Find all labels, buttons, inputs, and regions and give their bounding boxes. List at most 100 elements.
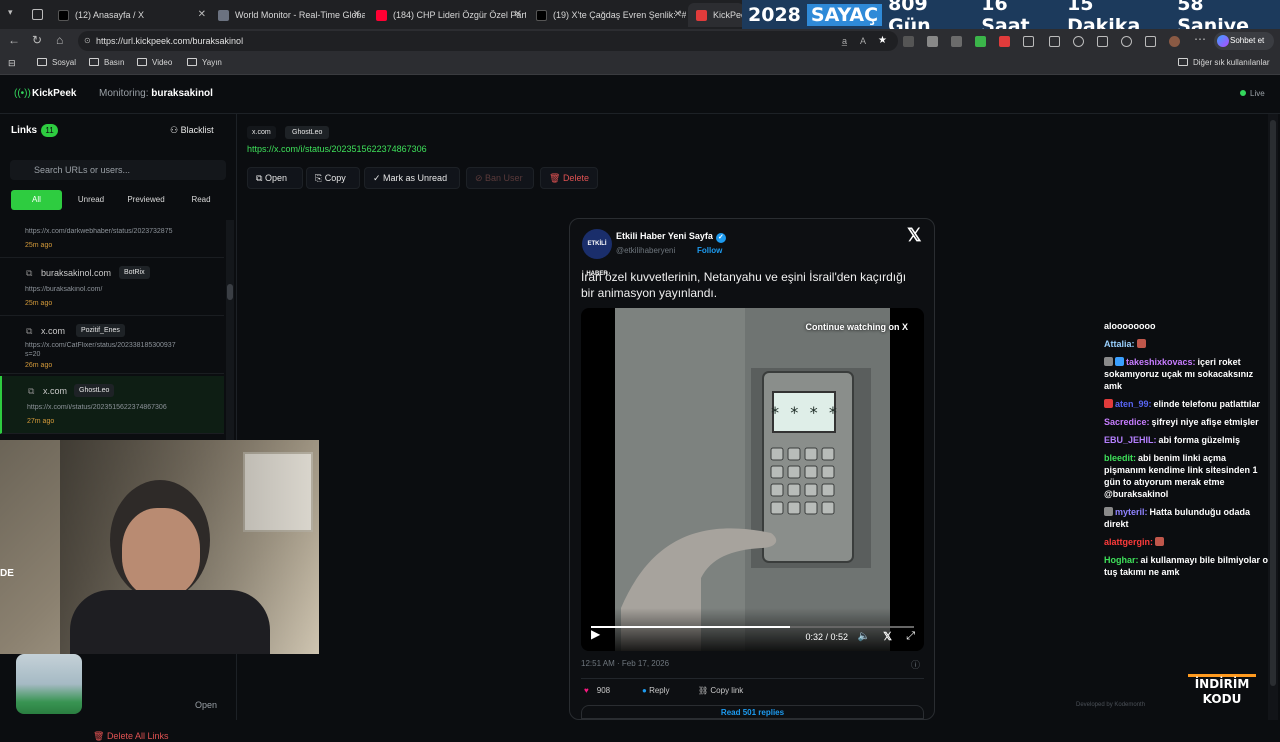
continue-watching-link[interactable]: Continue watching on X bbox=[806, 322, 909, 332]
tab-youtube[interactable]: (184) CHP Lideri Özgür Özel Partis ✕ bbox=[368, 3, 526, 27]
bookmark-folder-basin[interactable]: Basın bbox=[89, 58, 124, 67]
address-bar[interactable]: ⊙ https://url.kickpeek.com/buraksakinol … bbox=[78, 31, 898, 51]
emote-icon bbox=[1136, 339, 1146, 348]
fullscreen-icon[interactable]: ⤢ bbox=[906, 630, 915, 643]
extension-icon[interactable] bbox=[975, 36, 986, 47]
tab-x-post[interactable]: (19) X'te Çağdaş Evren Şenlik: "#S( ✕ bbox=[528, 3, 686, 27]
extensions-icon[interactable] bbox=[1073, 36, 1084, 47]
counter-label: SAYAÇ bbox=[806, 3, 883, 26]
heart-icon: ♥ bbox=[584, 686, 589, 695]
scroll-thumb[interactable] bbox=[1270, 120, 1276, 686]
read-aloud-icon[interactable]: A bbox=[860, 31, 866, 51]
trash-icon: 🗑 bbox=[93, 731, 107, 741]
tweet-author-name[interactable]: Etkili Haber Yeni Sayfa ✓ bbox=[616, 231, 726, 243]
filter-read[interactable]: Read bbox=[176, 190, 226, 210]
home-icon[interactable]: ⌂ bbox=[56, 33, 63, 47]
bookmarks-menu-icon[interactable]: ⊟ bbox=[8, 58, 16, 69]
site-info-icon[interactable]: ⊙ bbox=[84, 31, 91, 51]
filter-previewed[interactable]: Previewed bbox=[120, 190, 172, 210]
favorites-icon[interactable] bbox=[1097, 36, 1108, 47]
brand-title: KickPeek bbox=[32, 88, 77, 99]
x-icon bbox=[536, 9, 547, 21]
tab-world-monitor[interactable]: World Monitor - Real-Time Global ✕ bbox=[210, 3, 365, 27]
tab-kickpeek[interactable]: KickPeek bbox=[688, 3, 744, 27]
globe-icon bbox=[218, 9, 229, 21]
chat-text: abi forma güzelmiş bbox=[1158, 435, 1241, 445]
bookmarks-bar: ⊟ Sosyal Basın Video Yayın Diğer sık kul… bbox=[0, 53, 1280, 75]
x-logo-icon[interactable]: 𝕏 bbox=[907, 225, 922, 246]
star-icon[interactable]: ★ bbox=[878, 31, 887, 51]
list-item[interactable]: https://x.com/darkwebhaber/status/202373… bbox=[0, 220, 224, 258]
link-icon: ⧉ bbox=[26, 268, 33, 278]
list-item-selected[interactable]: ⧉ x.com GhostLeo https://x.com/i/status/… bbox=[0, 376, 224, 434]
collections-icon[interactable] bbox=[1145, 36, 1156, 47]
other-bookmarks[interactable]: Diğer sık kullanılanlar bbox=[1178, 58, 1269, 67]
read-replies-button[interactable]: Read 501 replies bbox=[581, 705, 924, 719]
bookmark-folder-video[interactable]: Video bbox=[137, 58, 172, 67]
browser-essentials-icon[interactable] bbox=[1121, 36, 1132, 47]
info-icon[interactable]: ⓘ bbox=[911, 658, 920, 671]
x-logo-icon[interactable]: 𝕏 bbox=[883, 630, 892, 643]
links-list: https://x.com/darkwebhaber/status/202373… bbox=[0, 220, 224, 440]
copilot-chat-button[interactable]: Sohbet et bbox=[1214, 32, 1274, 50]
webcam-text: DE bbox=[0, 568, 14, 579]
tab-search-icon[interactable]: ▾ bbox=[8, 7, 13, 18]
volume-icon[interactable]: 🔈 bbox=[858, 631, 870, 642]
open-link-button[interactable]: ⧉ Open bbox=[247, 167, 303, 189]
bookmark-folder-sosyal[interactable]: Sosyal bbox=[37, 58, 76, 67]
close-icon[interactable]: ✕ bbox=[674, 9, 682, 20]
copy-link-button[interactable]: ⛓ Copy link bbox=[698, 686, 743, 695]
app-header: ((•)) KickPeek Monitoring: buraksakinol … bbox=[0, 76, 1280, 114]
bookmark-label: Diğer sık kullanılanlar bbox=[1193, 58, 1270, 67]
more-icon[interactable]: ⋯ bbox=[1194, 32, 1206, 46]
back-icon[interactable]: ← bbox=[8, 33, 20, 47]
split-screen-icon[interactable] bbox=[1049, 36, 1060, 47]
ban-user-button[interactable]: ⊘ Ban User bbox=[466, 167, 534, 189]
extension-icon[interactable] bbox=[903, 36, 914, 47]
avatar[interactable] bbox=[1169, 36, 1180, 47]
reload-icon[interactable]: ↻ bbox=[32, 33, 42, 47]
tweet-date[interactable]: 12:51 AM · Feb 17, 2026 bbox=[581, 659, 669, 668]
close-icon[interactable]: ✕ bbox=[198, 9, 206, 20]
chat-message: alattgergin: bbox=[1104, 536, 1270, 548]
extension-icon[interactable] bbox=[927, 36, 938, 47]
author-name: Etkili Haber Yeni Sayfa bbox=[616, 231, 713, 241]
chat-text: elinde telefonu patlattılar bbox=[1153, 399, 1261, 409]
links-scrollbar[interactable] bbox=[226, 220, 234, 440]
open-button[interactable]: Open bbox=[195, 700, 217, 710]
mark-unread-button[interactable]: ✓ Mark as Unread bbox=[364, 167, 460, 189]
list-item[interactable]: ⧉ x.com Pozitif_Enes https://x.com/CatFl… bbox=[0, 316, 224, 374]
copy-button[interactable]: ⎘ Copy bbox=[306, 167, 360, 189]
reply-button[interactable]: ● Reply bbox=[642, 686, 670, 695]
filter-unread[interactable]: Unread bbox=[66, 190, 116, 210]
like-button[interactable]: ♥ 908 bbox=[584, 686, 610, 695]
close-icon[interactable]: ✕ bbox=[514, 9, 522, 20]
follow-button[interactable]: Follow bbox=[697, 246, 722, 255]
workspaces-icon[interactable] bbox=[32, 9, 43, 20]
close-icon[interactable]: ✕ bbox=[353, 9, 361, 20]
extension-icon[interactable] bbox=[1023, 36, 1034, 47]
tab-x-home[interactable]: (12) Anasayfa / X ✕ bbox=[50, 3, 210, 27]
folder-icon bbox=[37, 58, 47, 66]
domain-tag: x.com bbox=[247, 126, 276, 139]
play-icon[interactable]: ▶ bbox=[591, 627, 600, 641]
live-label: Live bbox=[1250, 89, 1265, 98]
list-item[interactable]: ⧉ buraksakinol.com BotRix https://buraks… bbox=[0, 258, 224, 316]
selected-link-url[interactable]: https://x.com/i/status/20235156223748673… bbox=[247, 144, 427, 154]
scroll-thumb[interactable] bbox=[227, 284, 233, 300]
tweet-video[interactable]: * * * * Continue watching on X ▶ 0:32 / … bbox=[581, 308, 924, 651]
extension-icon[interactable] bbox=[951, 36, 962, 47]
filter-all[interactable]: All bbox=[11, 190, 62, 210]
tweet-avatar[interactable]: ETKİLİ HABER bbox=[582, 229, 612, 277]
tweet-handle[interactable]: @etkilihaberyeni bbox=[616, 246, 675, 255]
chat-message: Hoghar: ai kullanmayı bile bilmiyolar o t… bbox=[1104, 554, 1270, 578]
extension-icon[interactable] bbox=[999, 36, 1010, 47]
stream-chat-overlay: aloooooooo Attalia: takeshixkovacs: içeri… bbox=[1104, 320, 1270, 584]
translate-icon[interactable]: a̲ bbox=[842, 31, 847, 51]
delete-button[interactable]: 🗑 Delete bbox=[540, 167, 598, 189]
external-link-icon: ⧉ bbox=[256, 173, 265, 183]
search-input[interactable]: Search URLs or users... bbox=[10, 160, 226, 180]
blacklist-button[interactable]: ⚇ Blacklist bbox=[170, 125, 214, 136]
delete-all-links-button[interactable]: 🗑 Delete All Links bbox=[93, 731, 168, 742]
bookmark-folder-yayin[interactable]: Yayın bbox=[187, 58, 222, 67]
